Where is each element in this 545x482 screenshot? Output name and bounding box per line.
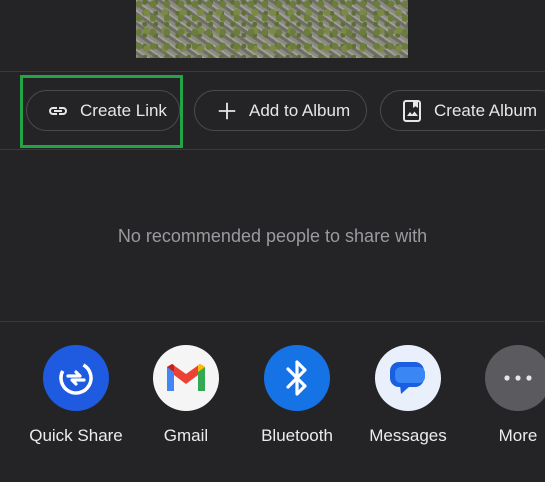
- share-sheet: Create Link Add to Album Create Album No…: [0, 0, 545, 482]
- app-label: Bluetooth: [261, 426, 333, 445]
- divider: [0, 71, 545, 72]
- photo-thumbnail: [136, 0, 408, 58]
- add-to-album-label: Add to Album: [249, 100, 351, 120]
- highlight-box: [20, 75, 183, 148]
- app-label: More: [498, 426, 538, 445]
- create-album-button[interactable]: Create Album: [380, 90, 545, 131]
- gmail-icon: [153, 345, 219, 411]
- add-to-album-button[interactable]: Add to Album: [194, 90, 367, 131]
- app-label: Gmail: [163, 426, 209, 445]
- bluetooth-icon: [264, 345, 330, 411]
- app-label: Messages: [369, 426, 447, 445]
- app-quick-share[interactable]: Quick Share: [21, 345, 131, 446]
- more-icon: [485, 345, 545, 411]
- album-icon: [400, 99, 424, 123]
- divider: [0, 321, 545, 322]
- divider: [0, 149, 545, 150]
- app-more[interactable]: More: [463, 345, 545, 446]
- app-bluetooth[interactable]: Bluetooth: [242, 345, 352, 446]
- app-gmail[interactable]: Gmail: [131, 345, 241, 446]
- plus-icon: [215, 99, 239, 123]
- app-label: Quick Share: [29, 426, 123, 445]
- quick-share-icon: [43, 345, 109, 411]
- empty-state-message: No recommended people to share with: [117, 226, 428, 246]
- messages-icon: [375, 345, 441, 411]
- app-messages[interactable]: Messages: [353, 345, 463, 446]
- create-album-label: Create Album: [434, 100, 537, 120]
